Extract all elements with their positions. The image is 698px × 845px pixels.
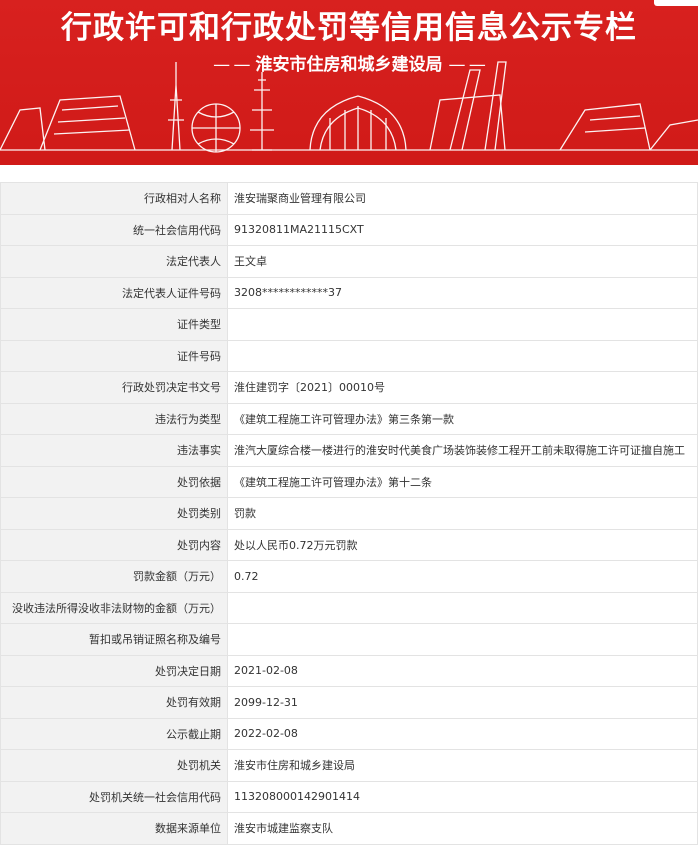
subtitle-text: 淮安市住房和城乡建设局: [255, 55, 443, 75]
row-label: 统一社会信用代码: [0, 213, 228, 246]
table-row: 处罚机关统一社会信用代码 113208000142901414: [0, 780, 698, 813]
row-value: [227, 623, 698, 656]
row-label: 数据来源单位: [0, 812, 228, 845]
row-label: 处罚有效期: [0, 686, 228, 719]
subtitle-dash-left: — —: [213, 55, 250, 75]
header-banner: 行政许可和行政处罚等信用信息公示专栏 — — 淮安市住房和城乡建设局 — —: [0, 0, 698, 165]
row-value: 2022-02-08: [227, 717, 698, 750]
row-value: [227, 339, 698, 372]
row-value: 3208************37: [227, 276, 698, 309]
row-value: 淮安市城建监察支队: [227, 812, 698, 845]
row-value: 王文卓: [227, 245, 698, 278]
row-label: 没收违法所得没收非法财物的金额（万元）: [0, 591, 228, 624]
row-value: 2099-12-31: [227, 686, 698, 719]
table-row: 没收违法所得没收非法财物的金额（万元）: [0, 591, 698, 624]
row-label: 公示截止期: [0, 717, 228, 750]
row-label: 处罚依据: [0, 465, 228, 498]
row-value: 淮汽大厦综合楼一楼进行的淮安时代美食广场装饰装修工程开工前未取得施工许可证擅自施…: [227, 434, 698, 467]
row-label: 暂扣或吊销证照名称及编号: [0, 623, 228, 656]
row-value: 0.72: [227, 560, 698, 593]
row-label: 法定代表人证件号码: [0, 276, 228, 309]
table-row: 处罚依据 《建筑工程施工许可管理办法》第十二条: [0, 465, 698, 498]
row-value: 淮安市住房和城乡建设局: [227, 749, 698, 782]
table-row: 统一社会信用代码 91320811MA21115CXT: [0, 213, 698, 246]
table-row: 行政相对人名称 淮安瑞聚商业管理有限公司: [0, 182, 698, 215]
row-value: 113208000142901414: [227, 780, 698, 813]
row-value: 《建筑工程施工许可管理办法》第十二条: [227, 465, 698, 498]
table-row: 违法事实 淮汽大厦综合楼一楼进行的淮安时代美食广场装饰装修工程开工前未取得施工许可…: [0, 434, 698, 467]
row-value: 淮安瑞聚商业管理有限公司: [227, 182, 698, 215]
row-label: 处罚内容: [0, 528, 228, 561]
table-row: 罚款金额（万元） 0.72: [0, 560, 698, 593]
table-row: 法定代表人证件号码 3208************37: [0, 276, 698, 309]
row-value: 淮住建罚字〔2021〕00010号: [227, 371, 698, 404]
row-label: 法定代表人: [0, 245, 228, 278]
table-row: 行政处罚决定书文号 淮住建罚字〔2021〕00010号: [0, 371, 698, 404]
subtitle-dash-right: — —: [448, 55, 486, 75]
row-label: 证件类型: [0, 308, 228, 341]
table-row: 处罚决定日期 2021-02-08: [0, 654, 698, 687]
row-value: 《建筑工程施工许可管理办法》第三条第一款: [227, 402, 698, 435]
row-value: 91320811MA21115CXT: [227, 213, 698, 246]
table-row: 数据来源单位 淮安市城建监察支队: [0, 812, 698, 845]
row-label: 行政相对人名称: [0, 182, 228, 215]
row-value: 2021-02-08: [227, 654, 698, 687]
row-label: 证件号码: [0, 339, 228, 372]
row-label: 处罚类别: [0, 497, 228, 530]
table-row: 处罚有效期 2099-12-31: [0, 686, 698, 719]
row-value: [227, 591, 698, 624]
table-row: 处罚机关 淮安市住房和城乡建设局: [0, 749, 698, 782]
table-row: 证件号码: [0, 339, 698, 372]
row-label: 处罚机关: [0, 749, 228, 782]
table-row: 证件类型: [0, 308, 698, 341]
table-row: 处罚类别 罚款: [0, 497, 698, 530]
table-row: 公示截止期 2022-02-08: [0, 717, 698, 750]
row-value: 罚款: [227, 497, 698, 530]
table-row: 法定代表人 王文卓: [0, 245, 698, 278]
row-label: 行政处罚决定书文号: [0, 371, 228, 404]
penalty-info-table: 行政相对人名称 淮安瑞聚商业管理有限公司 统一社会信用代码 91320811MA21…: [0, 182, 698, 845]
page-subtitle: — — 淮安市住房和城乡建设局 — —: [0, 50, 698, 75]
row-label: 罚款金额（万元）: [0, 560, 228, 593]
row-label: 违法事实: [0, 434, 228, 467]
row-value: 处以人民币0.72万元罚款: [227, 528, 698, 561]
table-row: 处罚内容 处以人民币0.72万元罚款: [0, 528, 698, 561]
page-title: 行政许可和行政处罚等信用信息公示专栏: [61, 10, 637, 46]
row-label: 违法行为类型: [0, 402, 228, 435]
table-row: 违法行为类型 《建筑工程施工许可管理办法》第三条第一款: [0, 402, 698, 435]
row-value: [227, 308, 698, 341]
table-row: 暂扣或吊销证照名称及编号: [0, 623, 698, 656]
row-label: 处罚决定日期: [0, 654, 228, 687]
row-label: 处罚机关统一社会信用代码: [0, 780, 228, 813]
